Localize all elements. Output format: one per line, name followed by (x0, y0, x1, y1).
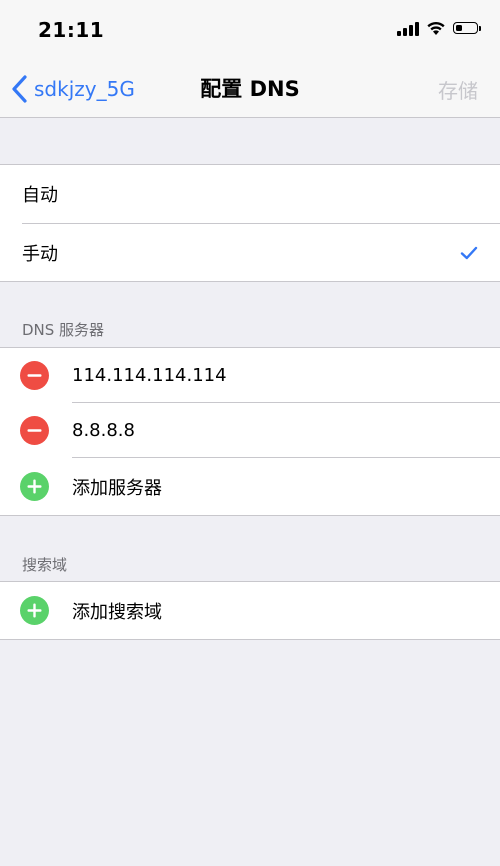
mode-option-label: 自动 (22, 185, 58, 206)
delete-server-button[interactable] (20, 360, 49, 390)
mode-option-manual[interactable]: 手动 (0, 224, 500, 281)
add-server-button[interactable] (20, 472, 49, 501)
add-server-label: 添加服务器 (72, 477, 162, 499)
delete-server-button[interactable] (20, 415, 49, 445)
plus-circle-icon (27, 479, 42, 494)
navigation-bar: 21:11 sdkjzy_5G 配置 DNS 存储 (0, 0, 500, 118)
mode-option-auto[interactable]: 自动 (0, 165, 500, 223)
add-search-domain-row[interactable]: 添加搜索域 (0, 582, 500, 639)
dns-server-address: 8.8.8.8 (72, 419, 135, 441)
plus-circle-icon (27, 603, 42, 618)
save-button[interactable]: 存储 (438, 75, 478, 104)
mode-option-label: 手动 (22, 243, 58, 265)
dns-mode-group: 自动 手动 (0, 164, 500, 282)
search-domains-group: 添加搜索域 (0, 581, 500, 640)
page-title: 配置 DNS (200, 77, 300, 101)
dns-servers-group: 114.114.114.114 8.8.8.8 添加服务器 (0, 347, 500, 516)
status-time: 21:11 (38, 18, 105, 42)
dns-servers-header: DNS 服务器 (22, 321, 105, 339)
battery-icon (453, 22, 481, 34)
checkmark-icon (460, 246, 478, 259)
add-search-domain-label: 添加搜索域 (72, 601, 162, 623)
dns-server-row[interactable]: 8.8.8.8 (0, 403, 500, 457)
wifi-icon (427, 21, 445, 35)
search-domains-header: 搜索域 (22, 556, 68, 574)
add-server-row[interactable]: 添加服务器 (0, 458, 500, 515)
minus-circle-icon (27, 428, 42, 432)
dns-server-row[interactable]: 114.114.114.114 (0, 348, 500, 402)
dns-server-address: 114.114.114.114 (72, 364, 227, 386)
status-icons (397, 20, 481, 36)
add-search-domain-button[interactable] (20, 596, 49, 625)
minus-circle-icon (27, 373, 42, 377)
cellular-signal-icon (397, 20, 419, 36)
battery-level (456, 25, 463, 31)
